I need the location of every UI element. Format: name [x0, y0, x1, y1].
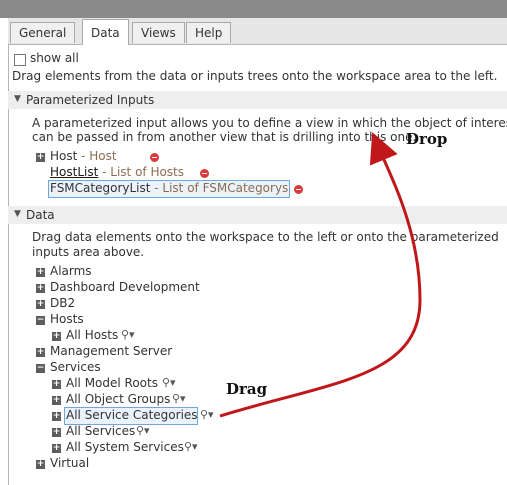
drag-annotation: Drag	[226, 380, 268, 398]
data-palette-window: General Data Views Help show all Drag el…	[0, 0, 507, 485]
drag-drop-arrow	[219, 132, 422, 418]
drop-annotation: Drop	[406, 130, 448, 148]
